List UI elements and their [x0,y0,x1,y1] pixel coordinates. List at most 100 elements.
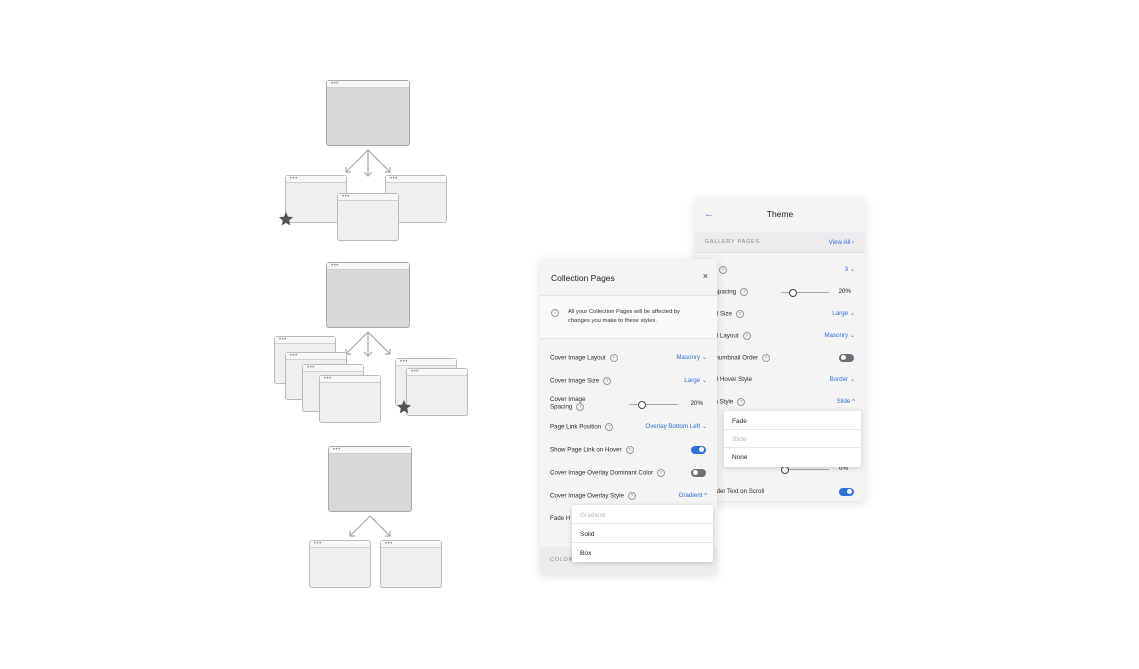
cover-spacing-row: Cover Image Spacing? 20% [540,393,717,415]
chevron-right-icon: › [851,238,854,246]
star-icon [279,212,293,226]
show-link-toggle[interactable] [691,446,706,454]
menu-option-none[interactable]: None [724,448,861,466]
page-link-position-label: Page Link Position? [550,423,614,431]
info-text: All your Collection Pages will be affect… [568,309,681,324]
theme-panel-header: ← Theme [695,198,865,234]
star-icon [397,400,411,414]
overlay-color-label: Cover Image Overlay Dominant Color? [550,469,666,477]
cover-layout-row: Cover Image Layout? Masonry ⌄ [540,347,717,369]
cover-size-label: Cover Image Size? [550,377,612,385]
column-spacing-row: umn Spacing? 20% [695,281,865,303]
chevron-down-icon: ⌄ [701,377,707,384]
child-page-window: ••• [406,368,468,416]
thumbnail-order-toggle[interactable] [839,354,854,362]
columns-row: umns? 3 ⌄ [695,259,865,281]
column-spacing-slider[interactable] [781,289,829,297]
info-icon: i [551,309,559,317]
thumbnail-layout-dropdown[interactable]: Masonry ⌄ [824,332,855,339]
parent-page-window: ••• [326,80,410,146]
slider-thumb[interactable] [781,466,789,474]
menu-option-solid[interactable]: Solid [572,525,713,543]
thumbnail-layout-row: mbnail Layout? Masonry ⌄ [695,325,865,347]
thumbnail-hover-dropdown[interactable]: Border ⌄ [830,376,856,383]
overlay-style-dropdown[interactable]: Gradient ^ [679,492,707,499]
overlay-color-row: Cover Image Overlay Dominant Color? [540,462,717,484]
cover-size-dropdown[interactable]: Large ⌄ [684,377,707,384]
columns-dropdown[interactable]: 3 ⌄ [845,266,855,273]
help-icon[interactable]: ? [605,423,614,431]
page-link-position-dropdown[interactable]: Overlay Bottom Left ⌄ [645,423,707,430]
thumbnail-size-dropdown[interactable]: Large ⌄ [832,310,855,317]
help-icon[interactable]: ? [742,332,751,340]
thumbnail-order-row: tain Thumbnail Order? [695,347,865,369]
help-icon[interactable]: ? [737,398,746,406]
overlay-style-label: Cover Image Overlay Style? [550,492,636,500]
cover-spacing-slider[interactable] [629,401,678,409]
chevron-down-icon: ⌄ [849,332,855,339]
cover-layout-dropdown[interactable]: Masonry ⌄ [676,354,707,361]
info-box: i All your Collection Pages will be affe… [540,295,717,339]
header-scroll-row: e Header Text on Scroll [695,481,865,501]
menu-option-box[interactable]: Box [572,544,713,562]
help-icon[interactable]: ? [740,288,749,296]
help-icon[interactable]: ? [762,354,771,362]
thumbnail-hover-row: mbnail Hover Style Border ⌄ [695,369,865,391]
theme-panel-title: Theme [766,209,794,219]
cover-spacing-value: 20% [690,400,703,407]
menu-option-slide[interactable]: Slide [724,430,861,448]
header-scroll-toggle[interactable] [839,488,854,496]
position-style-menu: Fade Slide None [724,411,861,467]
branch-arrows [349,515,391,537]
view-all-link[interactable]: View All › [829,239,854,246]
chevron-down-icon: ⌄ [701,354,707,361]
chevron-up-icon: ^ [852,398,855,405]
child-page-window: ••• [319,375,381,423]
branch-arrows [345,331,391,357]
help-icon[interactable]: ? [576,403,585,411]
chevron-up-icon: ^ [704,492,707,499]
gallery-pages-section: GALLERY PAGES View All › [695,232,865,253]
show-link-label: Show Page Link on Hover? [550,446,634,454]
chevron-down-icon: ⌄ [849,310,855,317]
slider-thumb[interactable] [638,401,646,409]
cover-size-row: Cover Image Size? Large ⌄ [540,370,717,392]
child-page-window: ••• [337,193,399,241]
page-link-position-row: Page Link Position? Overlay Bottom Left … [540,416,717,438]
help-icon[interactable]: ? [719,266,728,274]
position-style-dropdown[interactable]: Slide ^ [837,398,855,405]
help-icon[interactable]: ? [627,492,636,500]
chevron-down-icon: ⌄ [849,376,855,383]
section-label: COLOR [550,557,574,563]
chevron-down-icon: ⌄ [701,423,707,430]
show-link-row: Show Page Link on Hover? [540,439,717,461]
collection-panel-title: Collection Pages [551,273,615,283]
corner-radius-slider[interactable] [781,466,829,474]
overlay-style-row: Cover Image Overlay Style? Gradient ^ [540,485,717,507]
section-label: GALLERY PAGES [705,239,760,245]
parent-page-window: ••• [326,262,410,328]
menu-option-fade[interactable]: Fade [724,412,861,430]
help-icon[interactable]: ? [609,354,618,362]
branch-arrows [345,149,391,177]
cover-spacing-label: Cover Image Spacing? [550,396,586,411]
menu-option-gradient[interactable]: Gradient [572,506,713,524]
chevron-down-icon: ⌄ [849,266,855,273]
child-page-window: ••• [309,540,371,588]
position-style-row: osition Style? Slide ^ [695,391,865,413]
overlay-style-menu: Gradient Solid Box [572,505,713,562]
thumbnail-size-row: mbnail Size? Large ⌄ [695,303,865,325]
cover-layout-label: Cover Image Layout? [550,354,618,362]
slider-thumb[interactable] [789,289,797,297]
help-icon[interactable]: ? [603,377,612,385]
overlay-color-toggle[interactable] [691,469,706,477]
help-icon[interactable]: ? [625,446,634,454]
child-page-window: ••• [380,540,442,588]
parent-page-window: ••• [328,446,412,512]
close-icon[interactable]: × [703,271,708,281]
collection-panel-header: Collection Pages × [540,259,717,295]
help-icon[interactable]: ? [735,310,744,318]
fade-label: Fade H [550,515,571,522]
column-spacing-value: 20% [838,288,851,295]
help-icon[interactable]: ? [657,469,666,477]
